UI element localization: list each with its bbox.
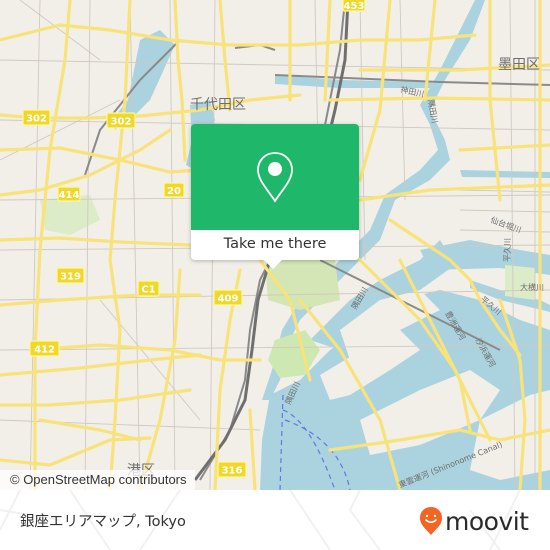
location-popup: Take me there bbox=[191, 124, 359, 269]
brand-name: moovit bbox=[445, 506, 529, 536]
road-shield-316: 316 bbox=[217, 461, 247, 478]
water-label-sendaibori: 仙台堀川 bbox=[489, 214, 522, 234]
svg-text:414: 414 bbox=[59, 190, 80, 201]
svg-text:20: 20 bbox=[167, 186, 181, 197]
map-pin-icon bbox=[257, 152, 293, 203]
map-card: 千代田区 墨田区 港区 神田川 隅田川 隅田川 隅田川 仙台堀川 平久川 平久川… bbox=[0, 0, 550, 550]
moovit-smiley-pin-icon bbox=[420, 507, 442, 535]
popup-pointer bbox=[264, 260, 282, 269]
road-shield-20: 20 bbox=[163, 182, 185, 198]
district-label-chiyoda: 千代田区 bbox=[190, 97, 246, 113]
popup-header bbox=[191, 124, 359, 230]
road-shield-409: 409 bbox=[213, 289, 243, 306]
svg-text:302: 302 bbox=[26, 114, 47, 125]
road-shield-c1: C1 bbox=[137, 280, 160, 297]
road-shield-319: 319 bbox=[56, 267, 85, 284]
take-me-there-button[interactable]: Take me there bbox=[191, 230, 359, 260]
svg-text:C1: C1 bbox=[141, 285, 155, 296]
svg-text:412: 412 bbox=[34, 345, 55, 356]
water-label-oyoko: 大横川 bbox=[520, 282, 544, 292]
svg-text:316: 316 bbox=[222, 466, 243, 477]
svg-text:319: 319 bbox=[60, 272, 81, 283]
svg-text:302: 302 bbox=[111, 117, 132, 128]
map-view[interactable]: 千代田区 墨田区 港区 神田川 隅田川 隅田川 隅田川 仙台堀川 平久川 平久川… bbox=[0, 0, 550, 490]
road-shield-302: 302 bbox=[22, 109, 51, 126]
water-east-canal bbox=[460, 170, 550, 178]
svg-text:409: 409 bbox=[218, 294, 239, 305]
svg-text:453: 453 bbox=[344, 1, 365, 12]
road-shield-453: 453 bbox=[342, 0, 366, 12]
place-name: 銀座エリアマップ, Tokyo bbox=[20, 514, 186, 530]
moovit-logo[interactable]: moovit bbox=[419, 506, 529, 536]
district-label-sumida: 墨田区 bbox=[498, 57, 540, 73]
water-label-heikyu: 平久川 bbox=[502, 238, 512, 262]
road-shield-414: 414 bbox=[57, 186, 81, 202]
road-shield-302: 302 bbox=[106, 112, 136, 129]
map-attribution[interactable]: © OpenStreetMap contributors bbox=[0, 470, 195, 490]
road-shield-412: 412 bbox=[29, 340, 60, 357]
